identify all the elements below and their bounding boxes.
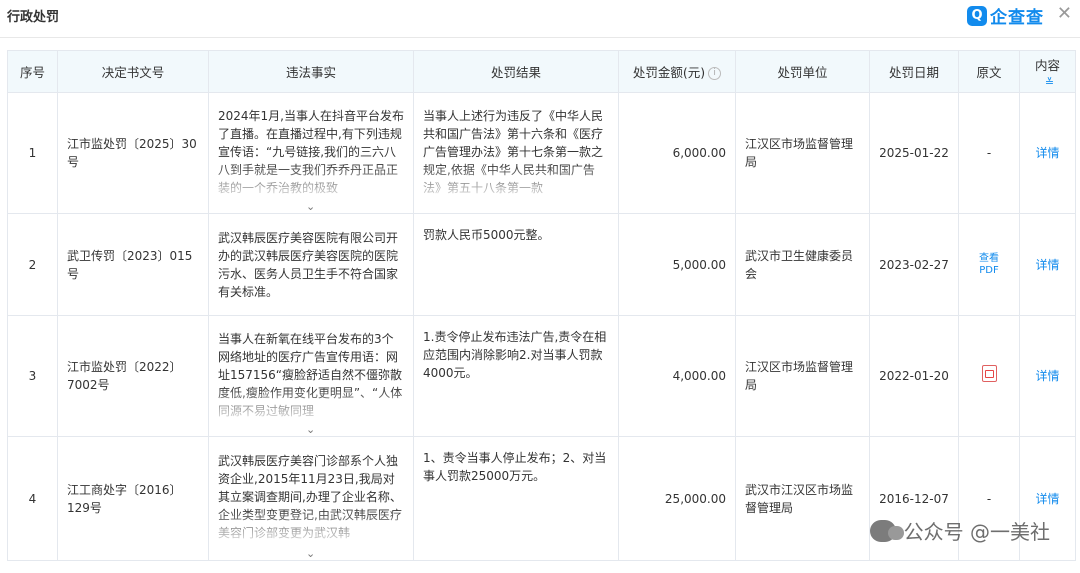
amount: 5,000.00	[618, 213, 736, 316]
expand-icon[interactable]: ⌄	[306, 548, 315, 560]
penalty-unit: 江汉区市场监督管理局	[735, 92, 870, 214]
table-header-row: 序号 决定书文号 违法事实 处罚结果 处罚金额(元) i 处罚单位 处罚日期 原文…	[7, 50, 1076, 93]
penalty-date: 2023-02-27	[869, 213, 959, 316]
col-date: 处罚日期	[869, 50, 959, 93]
original-doc: -	[958, 92, 1020, 214]
doc-number: 江工商处字〔2016〕129号	[57, 436, 209, 561]
header-divider	[0, 37, 1080, 38]
penalty-table: 序号 决定书文号 违法事实 处罚结果 处罚金额(元) i 处罚单位 处罚日期 原文…	[7, 50, 1076, 561]
result-cell: 当事人上述行为违反了《中华人民共和国广告法》第十六条和《医疗广告管理办法》第十七…	[413, 92, 619, 214]
fact-text: 武汉韩辰医疗美容医院有限公司开办的武汉韩辰医疗美容医院的医院污水、医务人员卫生手…	[208, 213, 414, 316]
watermark: 公众号 @一美社	[869, 516, 1050, 545]
doc-number: 江市监处罚〔2022〕7002号	[57, 315, 209, 437]
qcc-logo-icon: Q	[967, 5, 987, 26]
wechat-icon	[869, 519, 904, 542]
col-original: 原文	[958, 50, 1020, 93]
amount: 6,000.00	[618, 92, 736, 214]
col-result: 处罚结果	[413, 50, 619, 93]
fact-cell: 2024年1月,当事人在抖音平台发布了直播。在直播过程中,有下列违规宣传语：“九…	[208, 92, 414, 214]
detail-link[interactable]: 详情	[1019, 315, 1076, 437]
penalty-date: 2022-01-20	[869, 315, 959, 437]
fact-cell: 当事人在新氧在线平台发布的3个网络地址的医疗广告宣传用语：网址157156“瘦脸…	[208, 315, 414, 437]
col-doc-no: 决定书文号	[57, 50, 209, 93]
table-row: 3 江市监处罚〔2022〕7002号 当事人在新氧在线平台发布的3个网络地址的医…	[7, 315, 1076, 437]
detail-link[interactable]: 详情	[1019, 213, 1076, 316]
doc-number: 江市监处罚〔2025〕30号	[57, 92, 209, 214]
penalty-unit: 江汉区市场监督管理局	[735, 315, 870, 437]
amount: 25,000.00	[618, 436, 736, 561]
penalty-unit: 武汉市卫生健康委员会	[735, 213, 870, 316]
page-title: 行政处罚	[7, 10, 60, 25]
info-icon[interactable]: i	[708, 67, 722, 80]
row-index: 2	[7, 213, 58, 316]
col-fact: 违法事实	[208, 50, 414, 93]
expand-icon[interactable]: ⌄	[306, 424, 315, 436]
original-doc: 查看PDF	[958, 213, 1020, 316]
table-row: 1 江市监处罚〔2025〕30号 2024年1月,当事人在抖音平台发布了直播。在…	[7, 92, 1076, 214]
result-text: 1.责令停止发布违法广告,责令在相应范围内消除影响2.对当事人罚款4000元。	[413, 315, 619, 437]
view-pdf-link[interactable]: 查看PDF	[977, 253, 1001, 277]
col-amount: 处罚金额(元) i	[618, 50, 736, 93]
col-index: 序号	[7, 50, 58, 93]
col-content: 内容≚	[1019, 50, 1076, 93]
result-text: 罚款人民币5000元整。	[413, 213, 619, 316]
table-row: 2 武卫传罚〔2023〕015号 武汉韩辰医疗美容医院有限公司开办的武汉韩辰医疗…	[7, 213, 1076, 316]
detail-link[interactable]: 详情	[1019, 92, 1076, 214]
brand-name: 企查查	[990, 8, 1044, 28]
result-text: 1、责令当事人停止发布；2、对当事人罚款25000万元。	[413, 436, 619, 561]
pdf-icon[interactable]	[981, 365, 997, 382]
penalty-date: 2025-01-22	[869, 92, 959, 214]
brand-logo: Q 企查查	[967, 3, 1044, 28]
penalty-unit: 武汉市江汉区市场监督管理局	[735, 436, 870, 561]
doc-number: 武卫传罚〔2023〕015号	[57, 213, 209, 316]
col-unit: 处罚单位	[735, 50, 870, 93]
close-icon[interactable]: ✕	[1057, 4, 1072, 24]
fact-cell: 武汉韩辰医疗美容门诊部系个人独资企业,2015年11月23日,我局对其立案调查期…	[208, 436, 414, 561]
watermark-text: 公众号 @一美社	[903, 520, 1050, 544]
row-index: 4	[7, 436, 58, 561]
original-doc	[958, 315, 1020, 437]
expand-icon[interactable]: ⌄	[306, 201, 315, 213]
amount: 4,000.00	[618, 315, 736, 437]
chevron-down-icon[interactable]: ≚	[1045, 76, 1054, 89]
row-index: 1	[7, 92, 58, 214]
row-index: 3	[7, 315, 58, 437]
